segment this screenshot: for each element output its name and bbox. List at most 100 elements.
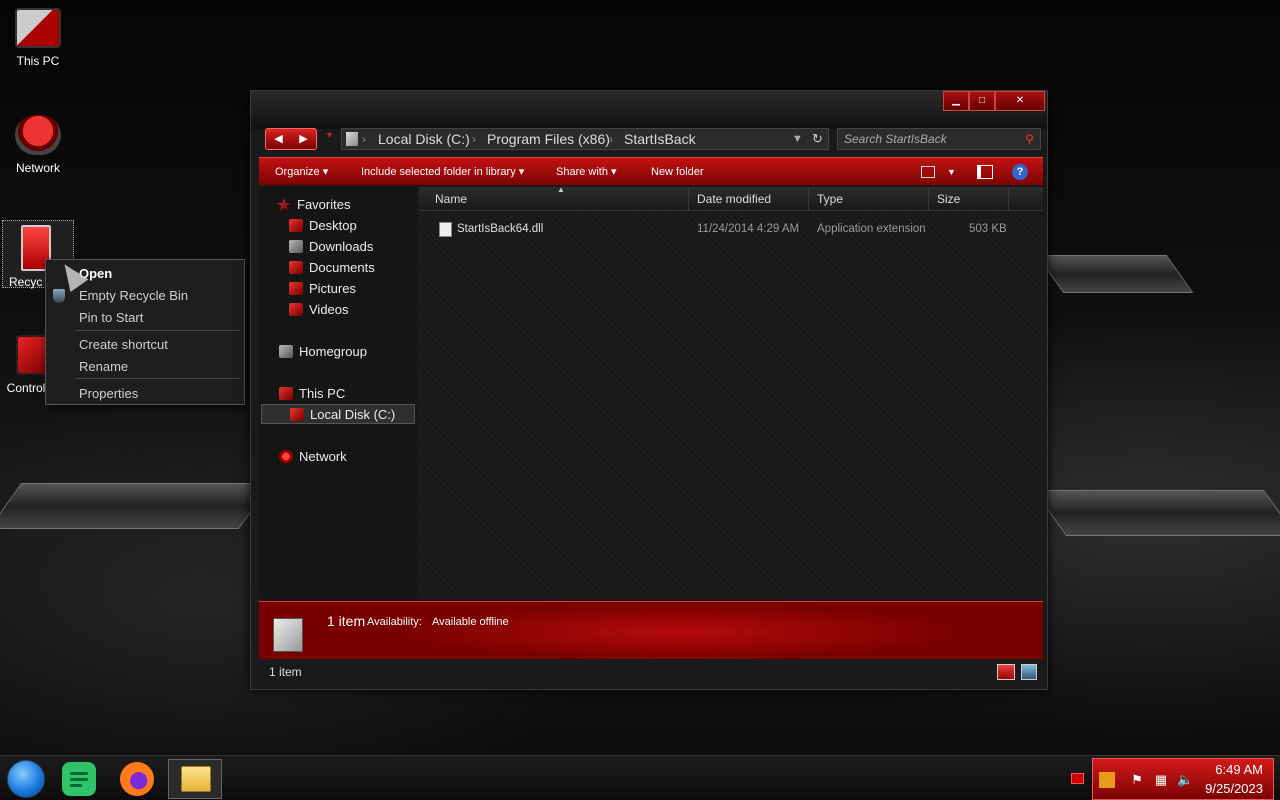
breadcrumb-program-files[interactable]: Program Files (x86) [487, 129, 610, 149]
nav-item-pictures[interactable]: Pictures [289, 279, 356, 299]
computer-icon [279, 387, 293, 400]
location-icon [346, 132, 358, 146]
menu-item-create-shortcut[interactable]: Create shortcut [79, 337, 168, 352]
firefox-icon[interactable] [120, 762, 154, 796]
breadcrumb-local-disk[interactable]: Local Disk (C:) [378, 129, 470, 149]
minimize-button[interactable]: ▁ [943, 91, 969, 111]
wallpaper-wing-left [0, 483, 272, 529]
file-date: 11/24/2014 4:29 AM [697, 223, 800, 235]
forward-button[interactable]: ▶ [291, 129, 316, 149]
menu-separator [76, 378, 240, 379]
videos-icon [289, 303, 303, 316]
file-explorer-taskbar-button[interactable] [168, 759, 222, 799]
item-count: 1 item [327, 613, 366, 629]
search-icon[interactable]: ⚲ [1025, 129, 1034, 149]
navigation-bar: ◀ ▶ ▾ › Local Disk (C:) › Program Files … [259, 127, 1043, 153]
details-view-icon[interactable] [997, 664, 1015, 680]
desktop-icon-label: Network [15, 161, 60, 175]
large-icons-view-icon[interactable] [1021, 664, 1037, 680]
folder-icon [181, 766, 211, 792]
maximize-button[interactable]: □ [969, 91, 995, 111]
recent-locations-button[interactable]: ▾ [327, 130, 332, 141]
table-row[interactable]: StartIsBack64.dll 11/24/2014 4:29 AM App… [429, 219, 1033, 239]
menu-item-empty-recycle-bin[interactable]: Empty Recycle Bin [79, 288, 188, 303]
availability-value: Available offline [432, 616, 509, 628]
homegroup-icon [279, 345, 293, 358]
desktop-icon-this-pc[interactable]: This PC [2, 8, 74, 68]
nav-buttons: ◀ ▶ [265, 128, 317, 150]
breadcrumb-separator: › [362, 132, 366, 146]
search-input[interactable]: Search StartIsBack ⚲ [837, 128, 1041, 150]
star-icon [277, 198, 291, 211]
nav-item-downloads[interactable]: Downloads [289, 237, 373, 257]
search-placeholder: Search StartIsBack [844, 132, 947, 146]
column-size[interactable]: Size [929, 187, 1009, 211]
nav-item-documents[interactable]: Documents [289, 258, 375, 278]
notes-app-icon[interactable] [62, 762, 96, 796]
menu-item-pin-to-start[interactable]: Pin to Start [79, 310, 143, 325]
app-tray-icon[interactable] [1099, 772, 1115, 788]
nav-item-network[interactable]: Network [279, 447, 347, 467]
file-list[interactable]: ▲ Name Date modified Type Size StartIsBa… [419, 185, 1043, 599]
chevron-down-icon[interactable]: ▼ [792, 129, 803, 149]
organize-button[interactable]: Organize ▾ [275, 158, 328, 186]
action-center-flag-icon[interactable]: ⚑ [1129, 772, 1145, 788]
volume-icon[interactable]: 🔈 [1177, 772, 1193, 788]
wallpaper-wing-right [1033, 490, 1280, 536]
share-with-button[interactable]: Share with ▾ [556, 158, 617, 186]
pictures-icon [289, 282, 303, 295]
column-date-modified[interactable]: Date modified [689, 187, 809, 211]
status-text: 1 item [269, 665, 302, 679]
breadcrumb-separator: › [609, 132, 613, 146]
column-header: ▲ Name Date modified Type Size [419, 185, 1043, 211]
refresh-icon[interactable]: ↻ [812, 129, 823, 149]
taskbar: ⚑ ▦ 🔈 6:49 AM 9/25/2023 [0, 755, 1280, 800]
close-button[interactable]: ✕ [995, 91, 1045, 111]
desktop-icon-network[interactable]: Network [2, 115, 74, 175]
include-in-library-button[interactable]: Include selected folder in library ▾ [361, 158, 524, 186]
shield-icon [53, 289, 65, 303]
preview-pane-icon[interactable] [977, 165, 993, 179]
downloads-icon [289, 240, 303, 253]
network-icon [15, 115, 61, 155]
nav-item-this-pc[interactable]: This PC [279, 384, 345, 404]
availability-label: Availability: [367, 616, 422, 628]
file-thumbnail-icon [273, 618, 303, 652]
breadcrumb-separator: › [472, 132, 476, 146]
computer-icon [15, 8, 61, 48]
tray-overflow-icon[interactable] [1071, 773, 1084, 784]
start-button[interactable] [7, 760, 45, 798]
clock-time[interactable]: 6:49 AM [1215, 762, 1263, 777]
nav-item-desktop[interactable]: Desktop [289, 216, 357, 236]
menu-separator [76, 330, 240, 331]
menu-item-properties[interactable]: Properties [79, 386, 138, 401]
file-size: 503 KB [969, 223, 1007, 235]
breadcrumb-startisback[interactable]: StartIsBack [624, 129, 696, 149]
nav-item-favorites[interactable]: Favorites [277, 195, 350, 215]
nav-item-homegroup[interactable]: Homegroup [279, 342, 367, 362]
new-folder-button[interactable]: New folder [651, 158, 704, 186]
details-pane: 1 item Availability: Available offline [259, 601, 1043, 659]
explorer-window: ▁ □ ✕ ◀ ▶ ▾ › Local Disk (C:) › Program … [250, 90, 1048, 690]
caption-buttons: ▁ □ ✕ [943, 91, 1045, 111]
change-view-icon[interactable] [921, 166, 935, 178]
help-icon[interactable]: ? [1012, 164, 1028, 180]
menu-item-rename[interactable]: Rename [79, 359, 128, 374]
documents-icon [289, 261, 303, 274]
address-bar[interactable]: › Local Disk (C:) › Program Files (x86) … [341, 128, 829, 150]
column-name[interactable]: Name [427, 187, 689, 211]
command-bar: Organize ▾ Include selected folder in li… [259, 157, 1043, 185]
drive-icon [290, 408, 304, 421]
dll-file-icon [439, 222, 452, 237]
back-button[interactable]: ◀ [266, 129, 291, 149]
clock-date[interactable]: 9/25/2023 [1205, 781, 1263, 796]
nav-item-local-disk[interactable]: Local Disk (C:) [261, 404, 415, 424]
desktop-icon [289, 219, 303, 232]
network-status-icon[interactable]: ▦ [1153, 772, 1169, 788]
chevron-down-icon[interactable]: ▼ [947, 158, 956, 186]
column-type[interactable]: Type [809, 187, 929, 211]
navigation-pane: Favorites Desktop Downloads Documents Pi… [259, 187, 417, 599]
status-bar: 1 item [259, 661, 1043, 683]
title-bar[interactable] [251, 91, 1047, 129]
nav-item-videos[interactable]: Videos [289, 300, 349, 320]
